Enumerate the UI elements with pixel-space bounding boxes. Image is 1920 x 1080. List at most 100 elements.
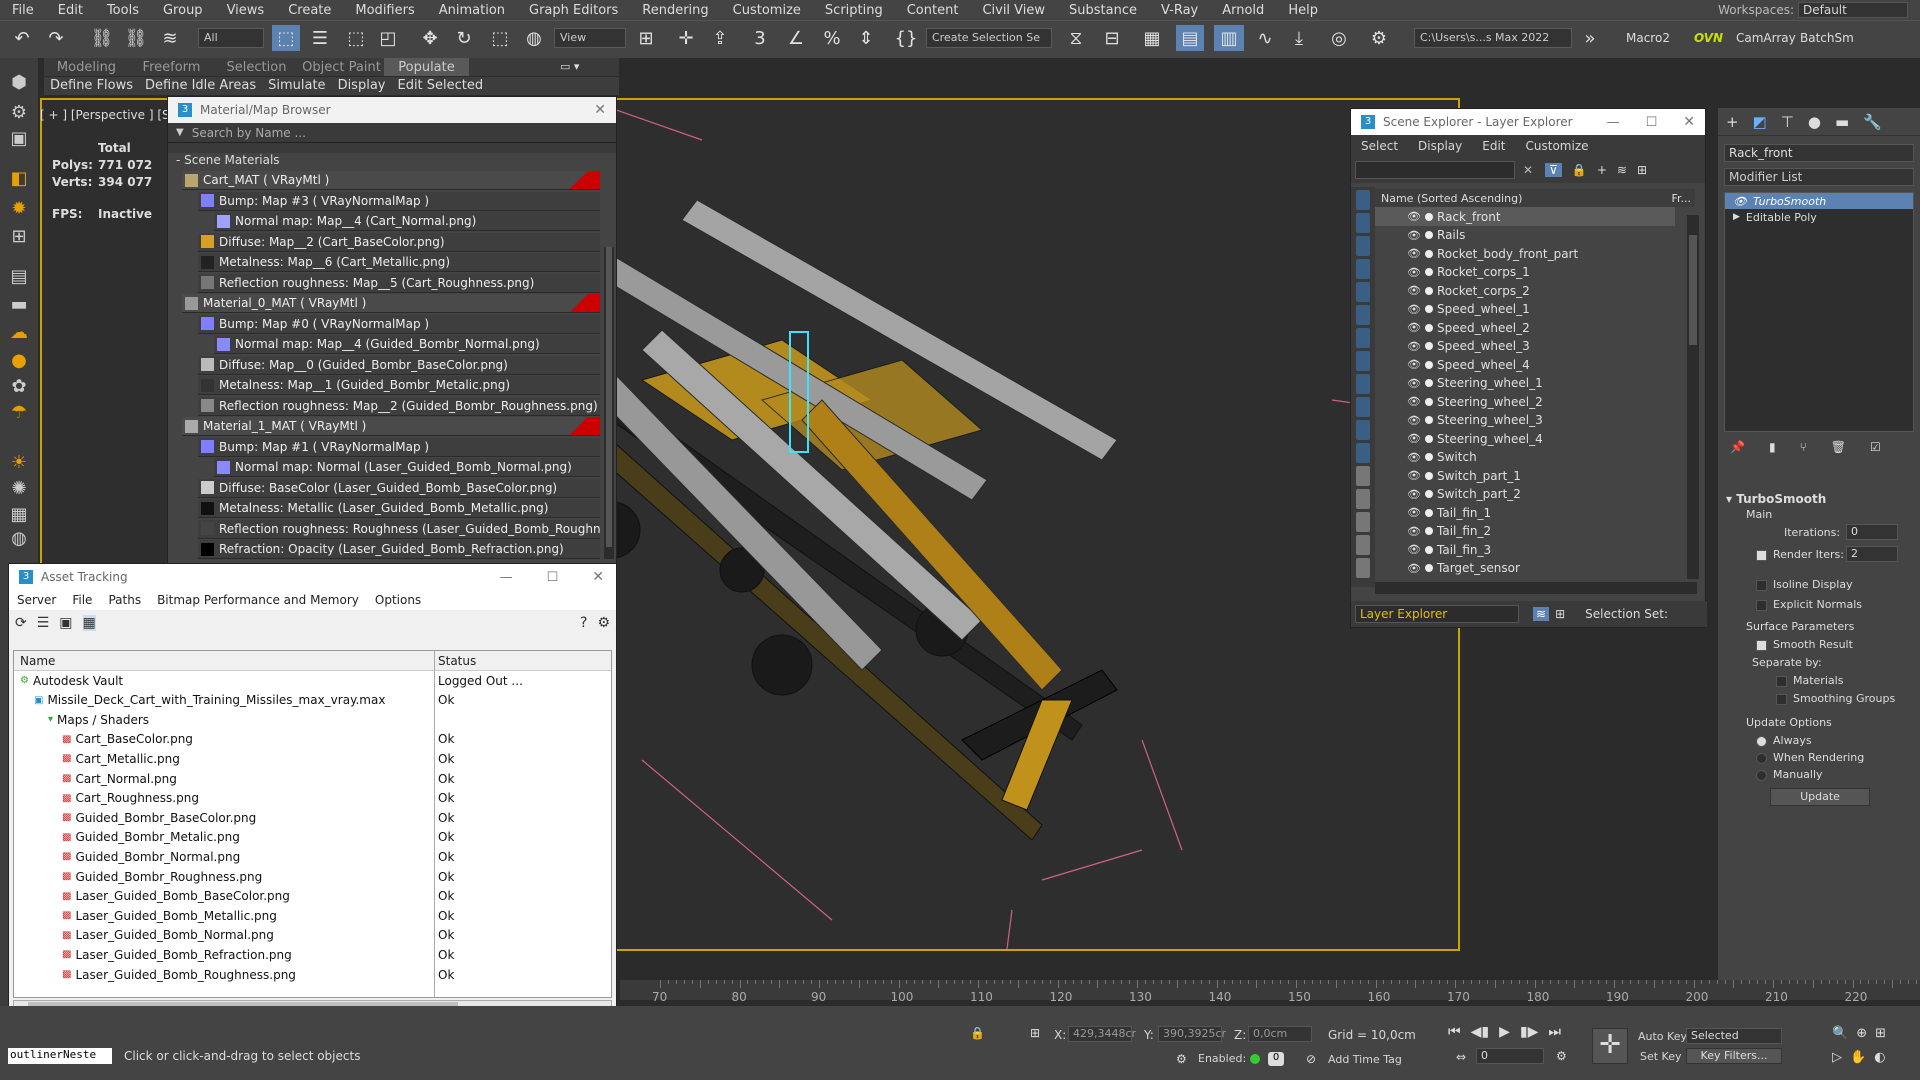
menu-arnold[interactable]: Arnold (1210, 3, 1276, 18)
lock-icon[interactable]: 🔒 (1572, 163, 1587, 177)
all-icon[interactable] (1356, 489, 1370, 509)
project-path-dropdown[interactable]: C:\Users\s...s Max 2022 (1414, 28, 1572, 48)
containers-icon[interactable] (1356, 420, 1370, 440)
renderable-dot-icon[interactable] (1425, 416, 1433, 424)
auto-key-button[interactable]: Auto Key (1638, 1030, 1687, 1043)
turbosmooth-rollout-header[interactable]: ▾ TurboSmooth (1726, 492, 1826, 506)
eye-icon[interactable]: 👁 (1407, 210, 1421, 223)
render-iters-toggle[interactable]: Render Iters: (1756, 548, 1844, 561)
current-frame-field[interactable]: 0 (1476, 1048, 1544, 1064)
scene-object-row[interactable]: 👁 Steering_wheel_1 (1375, 374, 1675, 393)
map-row[interactable]: Normal map: Map__4 (Guided_Bombr_Normal.… (214, 335, 600, 354)
create-tab-icon[interactable]: + (1726, 113, 1739, 131)
hierarchy-toggle-icon[interactable]: ⊞ (1555, 607, 1565, 621)
asset-row[interactable]: ⚙ Autodesk Vault Logged Out ... (14, 671, 611, 690)
renderable-dot-icon[interactable] (1425, 323, 1433, 332)
ribbon-options-icon[interactable]: ▭ ▾ (560, 60, 590, 74)
eye-icon[interactable]: 👁 (1407, 377, 1421, 390)
set-key-big-icon[interactable]: ✛ (1592, 1028, 1628, 1064)
help-icon[interactable]: ? (580, 615, 587, 631)
asset-menu-options[interactable]: Options (367, 593, 429, 607)
menu-views[interactable]: Views (215, 3, 277, 18)
maximize-icon[interactable]: ☐ (547, 570, 559, 585)
isoline-display-checkbox[interactable]: Isoline Display (1756, 578, 1853, 591)
angle-snap-icon[interactable]: ∠ (784, 25, 808, 51)
menu-rendering[interactable]: Rendering (630, 3, 720, 18)
grid-icon[interactable]: ▦ (7, 504, 31, 528)
named-selection-dropdown[interactable]: Create Selection Se (926, 28, 1052, 48)
renderable-dot-icon[interactable] (1425, 231, 1433, 239)
renderable-dot-icon[interactable] (1425, 434, 1433, 443)
eye-icon[interactable]: 👁 (1407, 229, 1421, 242)
explorer-menu-select[interactable]: Select (1351, 139, 1408, 153)
col-status[interactable]: Status (438, 654, 476, 668)
zoom-icon[interactable]: 🔍 (1832, 1026, 1848, 1041)
previous-frame-icon[interactable]: ◀▮ (1471, 1024, 1489, 1040)
explorer-menu-display[interactable]: Display (1408, 139, 1472, 153)
ribbon-tab-selection[interactable]: Selection (214, 58, 299, 76)
asset-row[interactable]: ▩ Cart_Roughness.png Ok (14, 789, 611, 808)
display-tab-icon[interactable]: ▬ (1835, 113, 1849, 131)
absolute-mode-icon[interactable]: ⊞ (1030, 1026, 1040, 1040)
map-row[interactable]: Reflection roughness: Roughness (Laser_G… (198, 519, 600, 539)
menu-substance[interactable]: Substance (1057, 3, 1149, 18)
modify-tab-icon[interactable]: ◩ (1753, 113, 1767, 131)
map-row[interactable]: Diffuse: BaseColor (Laser_Guided_Bomb_Ba… (198, 478, 600, 498)
mirror-icon[interactable]: ⧖ (1064, 25, 1088, 51)
curve-editor-icon[interactable]: ∿ (1252, 25, 1278, 51)
map-row[interactable]: Normal map: Normal (Laser_Guided_Bomb_No… (214, 458, 600, 477)
scene-object-row[interactable]: 👁 Tail_fin_3 (1375, 540, 1675, 559)
enabled-indicator[interactable] (1250, 1054, 1260, 1064)
menu-help[interactable]: Help (1276, 3, 1330, 18)
undo-icon[interactable]: ↶ (10, 25, 34, 51)
asset-row[interactable]: ▩ Laser_Guided_Bomb_Refraction.png Ok (14, 945, 611, 964)
unlink-icon[interactable]: ⛓ (124, 25, 148, 51)
globe-icon[interactable]: ◍ (7, 528, 31, 552)
asset-row[interactable]: ▣ Missile_Deck_Cart_with_Training_Missile… (14, 691, 611, 710)
ribbon-sub-define-idle-areas[interactable]: Define Idle Areas (139, 77, 262, 95)
viewport-label[interactable]: [ + ] [Perspective ] [St (40, 108, 174, 122)
adaptive-degradation-icon[interactable]: ⚙ (1176, 1052, 1187, 1066)
scene-object-row[interactable]: 👁 Steering_wheel_2 (1375, 392, 1675, 411)
spacewarps-icon[interactable] (1356, 328, 1370, 348)
select-object-icon[interactable]: ⬚ (272, 25, 300, 51)
ovn-button[interactable]: OVN (1694, 31, 1723, 45)
pin-stack-icon[interactable]: 📌 (1730, 440, 1745, 462)
map-row[interactable]: Diffuse: Map__2 (Cart_BaseColor.png) (198, 232, 600, 252)
menu-civil-view[interactable]: Civil View (970, 3, 1057, 18)
field-of-view-icon[interactable]: ▷ (1832, 1050, 1842, 1065)
renderable-dot-icon[interactable] (1425, 453, 1433, 461)
object-name-field[interactable]: Rack_front (1724, 144, 1914, 162)
add-time-tag[interactable]: Add Time Tag (1328, 1053, 1402, 1066)
scene-object-row[interactable]: 👁 Switch_part_2 (1375, 485, 1675, 504)
scene-object-row[interactable]: 👁 Steering_wheel_4 (1375, 429, 1675, 448)
eye-icon[interactable]: 👁 (1407, 340, 1421, 353)
orbit-icon[interactable]: ◐ (1874, 1050, 1885, 1065)
place-icon[interactable]: ◍ (522, 25, 546, 51)
renderable-dot-icon[interactable] (1425, 379, 1433, 387)
iterations-spinner[interactable]: 0 (1846, 524, 1898, 540)
light-icon[interactable]: ✹ (7, 198, 31, 222)
explorer-menu-customize[interactable]: Customize (1516, 139, 1599, 153)
eye-icon[interactable]: 👁 (1407, 414, 1421, 427)
map-row[interactable]: Diffuse: Map__0 (Guided_Bombr_BaseColor.… (198, 355, 600, 375)
remove-modifier-icon[interactable]: 🗑 (1831, 440, 1846, 462)
toggle-ribbon-icon[interactable]: ▥ (1214, 25, 1244, 51)
reference-coordinate-dropdown[interactable]: View (554, 28, 626, 48)
ribbon-sub-edit-selected[interactable]: Edit Selected (391, 77, 489, 95)
map-row[interactable]: Reflection roughness: Map__2 (Guided_Bom… (198, 396, 600, 416)
menu-customize[interactable]: Customize (721, 3, 813, 18)
scene-object-row[interactable]: 👁 Target_sensor (1375, 559, 1675, 578)
scene-object-row[interactable]: 👁 Steering_wheel_3 (1375, 411, 1675, 430)
asset-row[interactable]: ▩ Guided_Bombr_BaseColor.png Ok (14, 808, 611, 827)
key-mode-icon[interactable]: ⇔ (1456, 1050, 1466, 1064)
pan-icon[interactable]: ✋ (1850, 1050, 1866, 1065)
x-coordinate[interactable]: 429,3448cr (1068, 1026, 1136, 1042)
refresh-icon[interactable]: ⟳ (15, 615, 27, 631)
cloud-icon[interactable]: ☁ (7, 322, 31, 346)
materials-checkbox[interactable]: Materials (1776, 674, 1843, 687)
asset-menu-paths[interactable]: Paths (100, 593, 149, 607)
make-unique-icon[interactable]: ⑂ (1800, 440, 1807, 462)
zoom-extents-icon[interactable]: ⊞ (1875, 1026, 1886, 1041)
menu-create[interactable]: Create (276, 3, 343, 18)
